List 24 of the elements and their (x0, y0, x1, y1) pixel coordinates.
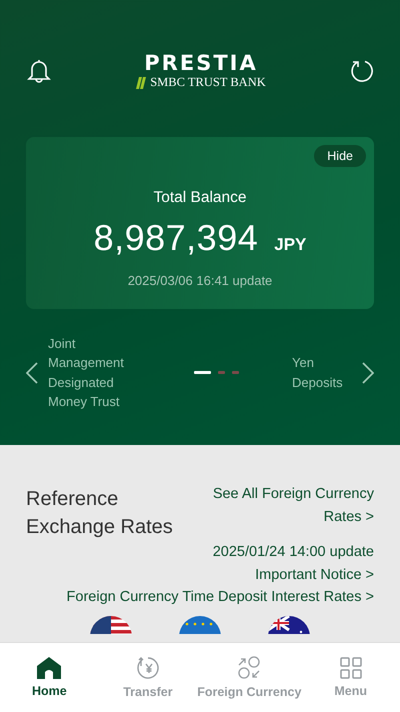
balance-amount: 8,987,394 (94, 217, 258, 259)
important-notice-link[interactable]: Important Notice > (255, 564, 374, 586)
nav-tab[interactable]: Home (0, 643, 99, 712)
see-all-rates-link[interactable]: See All Foreign Currency Rates > (204, 483, 374, 541)
section-title: Reference Exchange Rates (26, 487, 174, 540)
chevron-left-icon[interactable] (26, 362, 38, 384)
refresh-icon[interactable] (350, 59, 374, 83)
logo-subtitle: SMBC TRUST BANK (150, 75, 266, 90)
chevron-right-icon[interactable] (362, 362, 374, 384)
carousel-item[interactable]: Yen Deposits (292, 353, 362, 392)
balance-label: Total Balance (153, 189, 247, 207)
home-icon (37, 657, 62, 679)
currency-label: JPY (274, 235, 306, 255)
hide-button[interactable]: Hide (314, 145, 366, 167)
interest-rates-link[interactable]: Foreign Currency Time Deposit Interest Rates > (66, 586, 374, 608)
menu-icon (340, 657, 362, 679)
yen-transfer-icon (136, 656, 160, 680)
rates-update-time: 2025/01/24 14:00 update (212, 543, 374, 562)
update-time: 2025/03/06 16:41 update (128, 273, 272, 288)
notification-bell-icon[interactable] (26, 58, 52, 84)
logo-title: PRESTIA (144, 52, 258, 74)
currency-exchange-icon (237, 656, 262, 680)
stripes-icon (136, 76, 146, 88)
carousel-item[interactable]: Joint Management Designated Money Trust (48, 334, 140, 412)
